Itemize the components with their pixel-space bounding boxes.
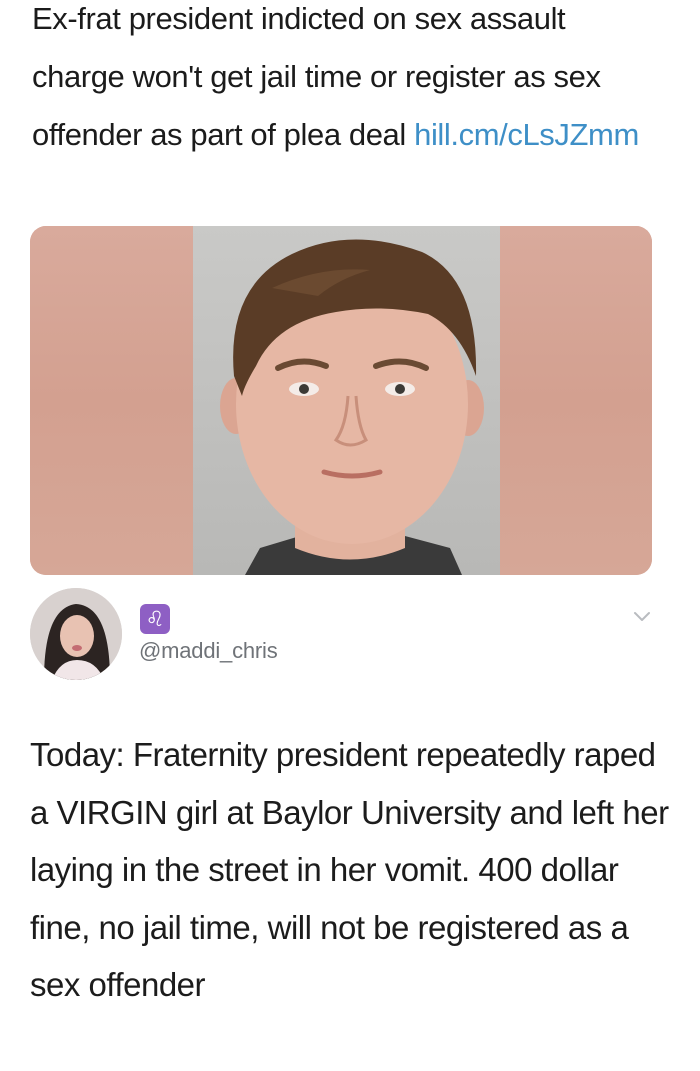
user-handle[interactable]: @maddi_chris	[139, 638, 278, 664]
avatar-portrait	[30, 588, 122, 680]
article-link[interactable]: hill.cm/cLsJZmm	[414, 117, 639, 152]
chevron-down-icon[interactable]	[632, 610, 652, 624]
avatar[interactable]	[30, 588, 122, 680]
leo-zodiac-icon: ♌	[140, 604, 170, 634]
mugshot-portrait	[220, 239, 484, 575]
mugshot-photo[interactable]	[30, 226, 652, 575]
quoted-tweet-text: Today: Fraternity president repeatedly r…	[30, 736, 669, 1003]
tweet-headline: Ex-frat president indicted on sex assaul…	[32, 0, 662, 164]
quoted-user-row: ♌ @maddi_chris	[30, 588, 660, 688]
